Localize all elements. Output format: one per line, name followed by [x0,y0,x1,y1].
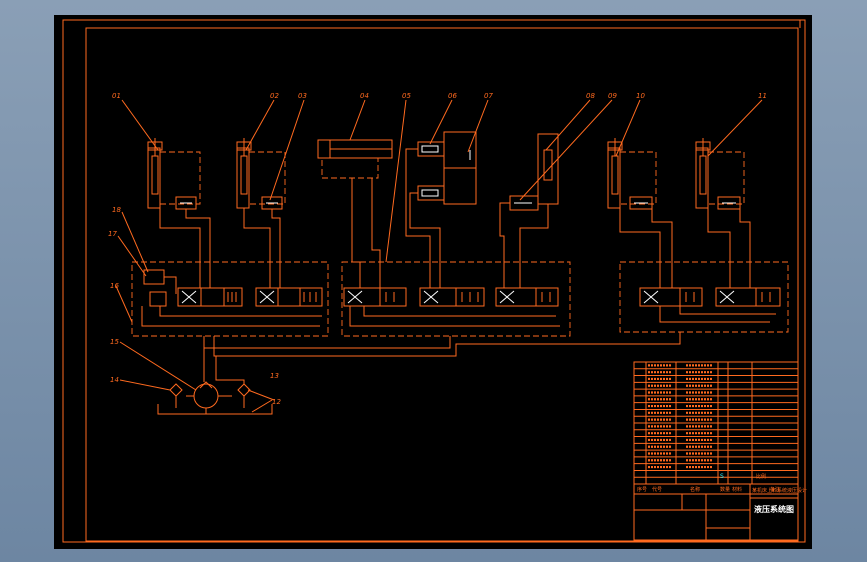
tb-header-name: 名称 [690,486,700,493]
callout-03: 03 [298,92,307,100]
tb-mark-a: S [720,473,724,480]
callout-16: 16 [110,282,119,290]
tb-project-title: 某机床上料系统液压设计 [752,487,807,494]
callout-13: 13 [270,372,279,380]
callout-18: 18 [112,206,121,214]
callout-07: 07 [484,92,493,100]
callout-02: 02 [270,92,279,100]
callout-09: 09 [608,92,617,100]
tb-header-code: 代号 [652,486,662,493]
tb-drawing-title: 液压系统图 [754,504,794,514]
callout-14: 14 [110,376,119,384]
tb-header-no: 序号 [637,486,647,493]
callout-04: 04 [360,92,369,100]
callout-01: 01 [112,92,121,100]
tb-mark-b: 比例 [756,473,766,480]
hydraulic-diagram-canvas: 01 02 03 04 05 06 07 08 09 10 11 12 13 1… [54,15,812,549]
callout-06: 06 [448,92,457,100]
drawing-sheet [54,15,812,549]
callout-17: 17 [108,230,117,238]
callout-12: 12 [272,398,281,406]
tb-header-material: 材料 [732,486,742,493]
callout-15: 15 [110,338,119,346]
callout-11: 11 [758,92,767,100]
callout-10: 10 [636,92,645,100]
callout-08: 08 [586,92,595,100]
tb-header-qty: 数量 [720,486,730,493]
callout-05: 05 [402,92,411,100]
